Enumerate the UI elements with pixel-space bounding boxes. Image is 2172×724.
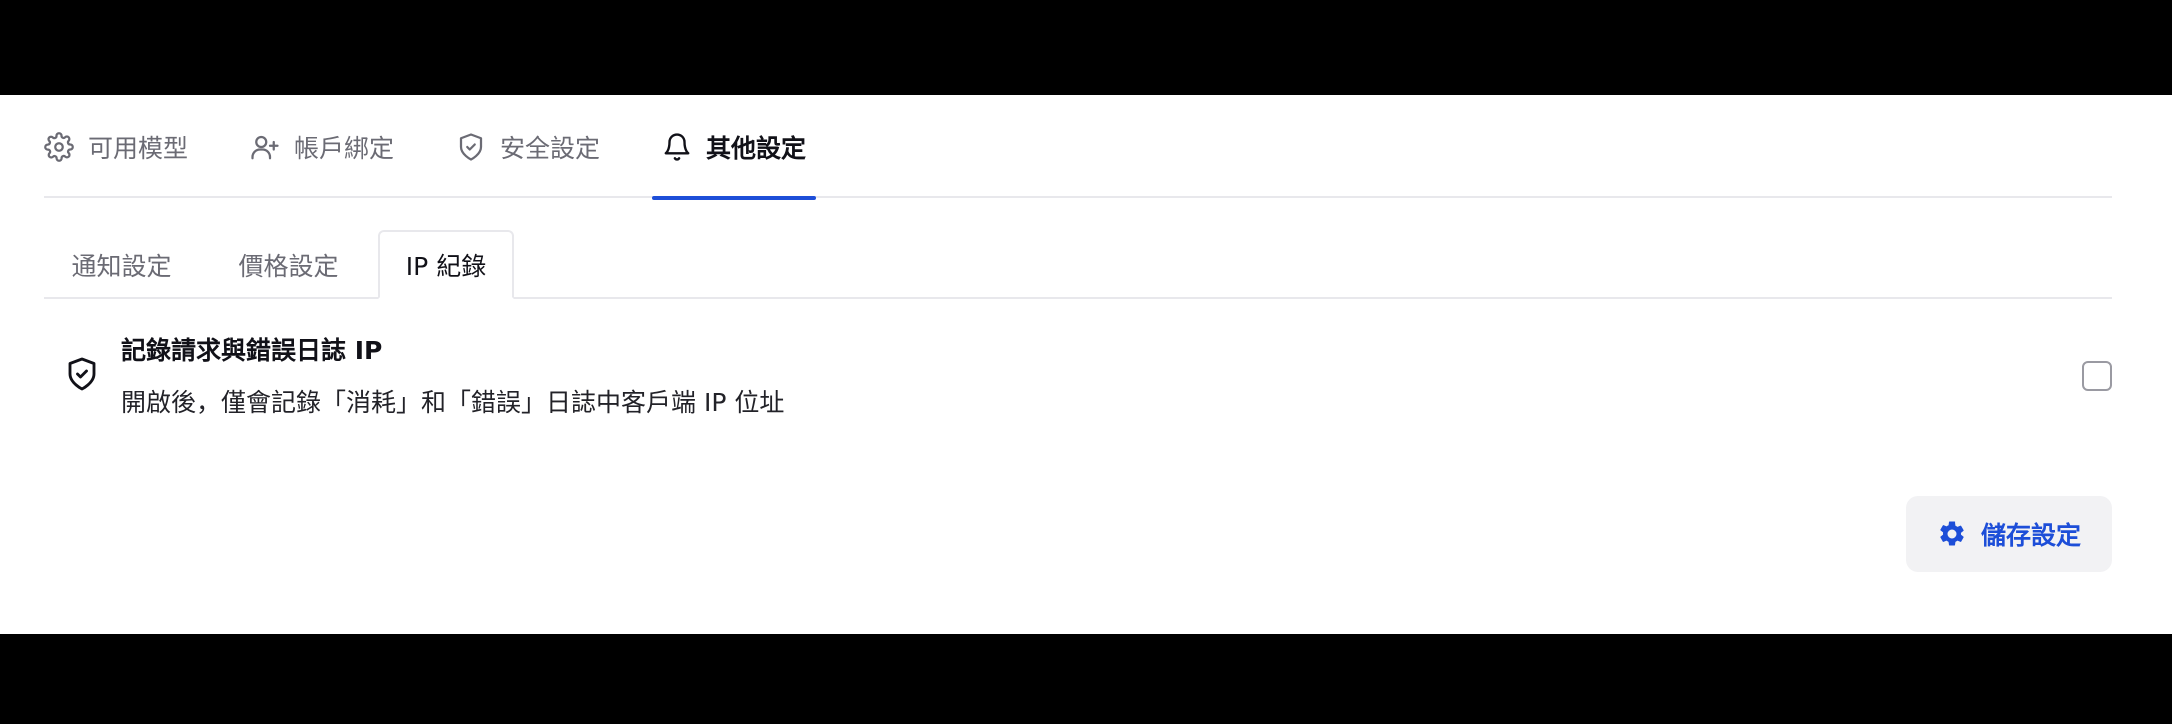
tab-security-settings[interactable]: 安全設定 (456, 95, 600, 198)
active-tab-indicator (652, 196, 817, 200)
shield-check-icon (459, 132, 483, 161)
user-plus-icon (251, 135, 279, 159)
tab-other-settings[interactable]: 其他設定 (652, 95, 817, 200)
subtab-label: 通知設定 (71, 251, 172, 281)
subtab-label: 價格設定 (238, 251, 339, 281)
subtab-label: IP 紀錄 (405, 251, 487, 281)
top-tab-bar: 可用模型 帳戶綁定 安全設定 其他設定 (44, 95, 2112, 200)
subtab-ip-log[interactable]: IP 紀錄 (378, 230, 514, 299)
tab-label: 帳戶綁定 (294, 133, 395, 163)
gear-icon (44, 131, 74, 162)
tab-account-binding[interactable]: 帳戶綁定 (250, 95, 394, 198)
bell-icon (664, 132, 690, 161)
tab-label: 其他設定 (706, 133, 807, 163)
letterbox-top (0, 0, 2172, 95)
shield-check-icon (68, 357, 96, 391)
log-ip-checkbox[interactable] (2082, 361, 2112, 391)
gear-icon (1940, 521, 1964, 546)
save-button-label: 儲存設定 (1980, 521, 2081, 550)
sub-tab-bar: 通知設定 價格設定 IP 紀錄 (44, 230, 2112, 299)
setting-title: 記錄請求與錯誤日誌 IP (121, 336, 383, 365)
setting-description: 開啟後，僅會記錄「消耗」和「錯誤」日誌中客戶端 IP 位址 (121, 388, 785, 417)
tab-label: 安全設定 (500, 133, 601, 163)
tab-available-models[interactable]: 可用模型 (44, 95, 188, 198)
subtab-price-settings[interactable]: 價格設定 (211, 230, 366, 299)
letterbox-bottom (0, 634, 2172, 724)
settings-panel: 可用模型 帳戶綁定 安全設定 其他設定 通知設定 價格設定 IP 紀錄 記錄請求… (0, 95, 2172, 634)
save-settings-button[interactable]: 儲存設定 (1906, 496, 2112, 572)
subtab-notification-settings[interactable]: 通知設定 (44, 230, 199, 299)
tab-label: 可用模型 (88, 133, 189, 163)
